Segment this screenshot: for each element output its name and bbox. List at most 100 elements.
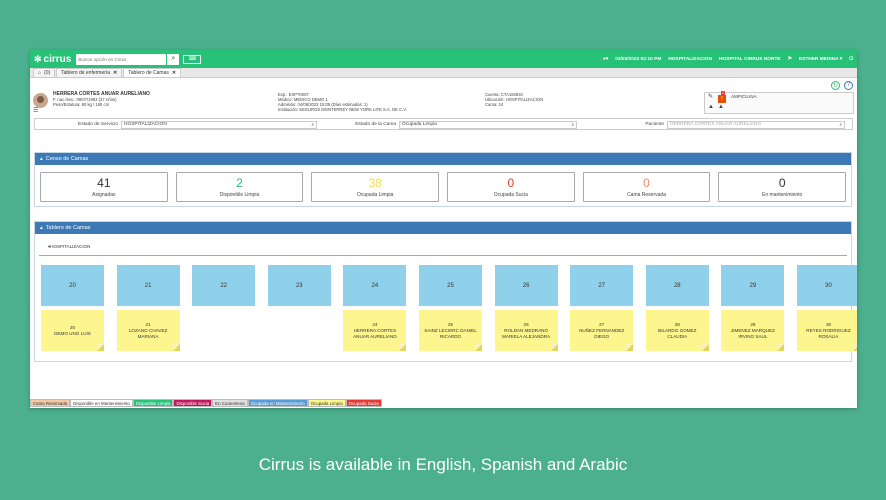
bed-card: 28 28 BILARDO GOMEZ CLAUDIA [645,265,709,351]
tablero-header[interactable]: ▴ Tablero de Camas [35,222,851,234]
tabs-bar: ⌂ (0) Tablero de enfermería ✕ Tablero de… [30,68,857,78]
note-patient-name: SAINZ LECIERC DANIEL RICARDO [424,327,477,339]
patient-note[interactable]: 29 JIMENEZ MARQUEZ IRVING SAUL [721,310,785,351]
alert-badge: 1 [721,91,725,96]
patient-institucion: Institución: SEGUROS MONTERREY NEW YORK … [278,107,407,112]
panel-title: Tablero de Camas [45,225,91,231]
search-icon[interactable]: ⌕ [311,122,314,128]
census-stat[interactable]: 0 Ocupada Sucia [447,172,575,202]
filter-label: Estado de Servicio [78,122,118,127]
app-window: ✻ cirrus ⌕ ⌨ ●▾ 03/03/2023 02:10 PM HOSP… [30,50,857,408]
search-icon[interactable]: ⌕ [571,122,574,128]
patient-col-3: Cuenta: CTA184934 Ubicación: HOSPITALIZA… [485,92,543,107]
bed-number[interactable]: 29 [721,265,785,306]
area-link[interactable]: HOSPITALIZACION [668,57,712,62]
status-legend: Cama Reservada Disponible en Mantenimient… [30,399,382,407]
note-patient-name: LOZANO CHAVEZ MARIANA [128,327,168,339]
stat-label: Cama Reservada [627,192,666,198]
input-placeholder: HERRERA CORTES ANUAR AURELIANO [670,122,762,127]
patient-note[interactable]: 20 DEMO UNO LUIS [41,310,104,351]
patient-cama: Cama: 24 [485,102,504,107]
censo-header[interactable]: ▴ Censo de Camas [35,153,851,165]
paciente-input[interactable]: HERRERA CORTES ANUAR AURELIANO ⌕ [667,120,845,129]
filter-estado-cama: Estado de la Cama Ocupada Limpia ⌕ [327,120,600,129]
group-label[interactable]: ▾HOSPITALIZACION [39,234,847,256]
alerts-box: ✎ ! 1 ▲ ▲ AMPICILINA [704,91,854,114]
menu-icon[interactable]: ☰ [33,108,38,114]
legend-item: Ocupada Limpia [307,399,346,407]
filter-estado-servicio: Estado de Servicio HOSPITALIZACION ⌕ [37,120,324,129]
legend-item: Disponible en Mantenimiento [70,399,133,407]
patient-note[interactable]: 21 LOZANO CHAVEZ MARIANA [116,310,180,351]
patient-note[interactable]: 27 NUÑEZ FERNANDEZ DIEGO [570,310,634,351]
bed-number[interactable]: 27 [570,265,634,306]
bed-number[interactable]: 20 [41,265,104,306]
bed-number[interactable]: 28 [645,265,709,306]
stat-value: 0 [507,176,515,190]
patient-note[interactable]: 25 SAINZ LECIERC DANIEL RICARDO [419,310,482,351]
legend-item: Disponible Limpia [132,399,174,407]
estado-servicio-select[interactable]: HOSPITALIZACION ⌕ [121,120,317,129]
logo[interactable]: ✻ cirrus [34,54,71,65]
tab-tablero-enfermeria[interactable]: Tablero de enfermería ✕ [56,68,123,77]
close-icon[interactable]: ✕ [113,70,117,76]
search-input[interactable] [78,56,165,62]
patient-col-1: HERRERA CORTES ANUAR AURELIANO F. nac./s… [53,92,150,108]
tab-home-label: (0) [44,70,51,76]
filter-bar: Estado de Servicio HOSPITALIZACION ⌕ Esta… [34,118,853,130]
bed-card: 26 26 ROLDAN MEDRANO MARIELA ALEJANDRA [494,265,558,351]
hospital-link[interactable]: HOSPITAL CIRRUS NORTE [719,57,781,62]
bed-number[interactable]: 23 [267,265,331,306]
bed-card: 22 [192,265,256,306]
stat-label: Ocupada Limpia [356,192,394,198]
notifications-icon[interactable]: ●▾ [603,57,608,62]
bed-number[interactable]: 22 [192,265,256,306]
bed-number[interactable]: 30 [797,265,857,306]
stat-value: 0 [778,176,786,190]
keyboard-icon: ⌨ [188,56,196,62]
bed-number[interactable]: 21 [116,265,180,306]
help-icon[interactable]: ? [844,80,853,90]
census-stat[interactable]: 41 Asignadas [40,172,168,202]
power-icon[interactable]: ⏻ [849,56,853,62]
up-icon[interactable]: ▲ [708,104,714,110]
patient-note[interactable]: 24 HERRERA CORTES ANUAR AURELIANO [343,310,407,351]
patient-header: ☰ HERRERA CORTES ANUAR AURELIANO F. nac.… [30,91,857,118]
tab-tablero-camas[interactable]: Tablero de Camas ✕ [123,68,182,77]
patient-note[interactable]: 26 ROLDAN MEDRANO MARIELA ALEJANDRA [494,310,558,351]
census-stat[interactable]: 0 En mantenimiento [718,172,847,202]
tab-label: Tablero de enfermería [61,70,111,76]
tablero-panel: ▴ Tablero de Camas ▾HOSPITALIZACION 20 20… [34,221,857,362]
search-button[interactable]: ⌕ [167,53,180,65]
note-patient-name: DEMO UNO LUIS [54,330,91,336]
legend-item: Ocupada Sucia [345,399,382,407]
bed-number[interactable]: 25 [419,265,482,306]
bed-number[interactable]: 24 [343,265,407,306]
census-stat[interactable]: 2 Disponible Limpia [175,172,304,202]
bed-number[interactable]: 26 [494,265,558,306]
census-stat[interactable]: 0 Cama Reservada [582,172,711,202]
estado-cama-select[interactable]: Ocupada Limpia ⌕ [399,120,577,129]
censo-panel: ▴ Censo de Camas 41 Asignadas 2 Disponible … [34,152,852,207]
search-icon[interactable]: ⌕ [839,122,842,128]
alert-icon[interactable]: ! [718,95,726,103]
pin-icon[interactable]: ✎ [708,94,713,100]
refresh-icon[interactable]: ↻ [831,80,840,90]
select-value: HOSPITALIZACION [124,122,167,127]
patient-note[interactable]: 28 BILARDO GOMEZ CLAUDIA [645,310,709,351]
bed-card: 25 25 SAINZ LECIERC DANIEL RICARDO [419,265,482,351]
census-stat[interactable]: 38 Ocupada Limpia [311,172,440,202]
keyboard-button[interactable]: ⌨ [183,54,202,64]
tab-home[interactable]: ⌂ (0) [33,68,56,77]
close-icon[interactable]: ✕ [172,70,176,76]
up-alt-icon[interactable]: ▲ [718,104,724,110]
filter-label: Estado de la Cama [355,122,396,127]
action-icons-row: ↻ ? [30,78,857,92]
patient-note[interactable]: 30 REYES RODRIGUEZ ROSALIA [797,310,857,351]
stat-value: 2 [236,176,243,190]
flag-icon[interactable]: ⚑ [788,57,792,62]
bed-card: 27 27 NUÑEZ FERNANDEZ DIEGO [570,265,634,351]
note-patient-name: NUÑEZ FERNANDEZ DIEGO [579,327,625,339]
search-box[interactable] [76,53,167,65]
user-menu[interactable]: ESTHER MEDINA ▾ [799,57,842,62]
